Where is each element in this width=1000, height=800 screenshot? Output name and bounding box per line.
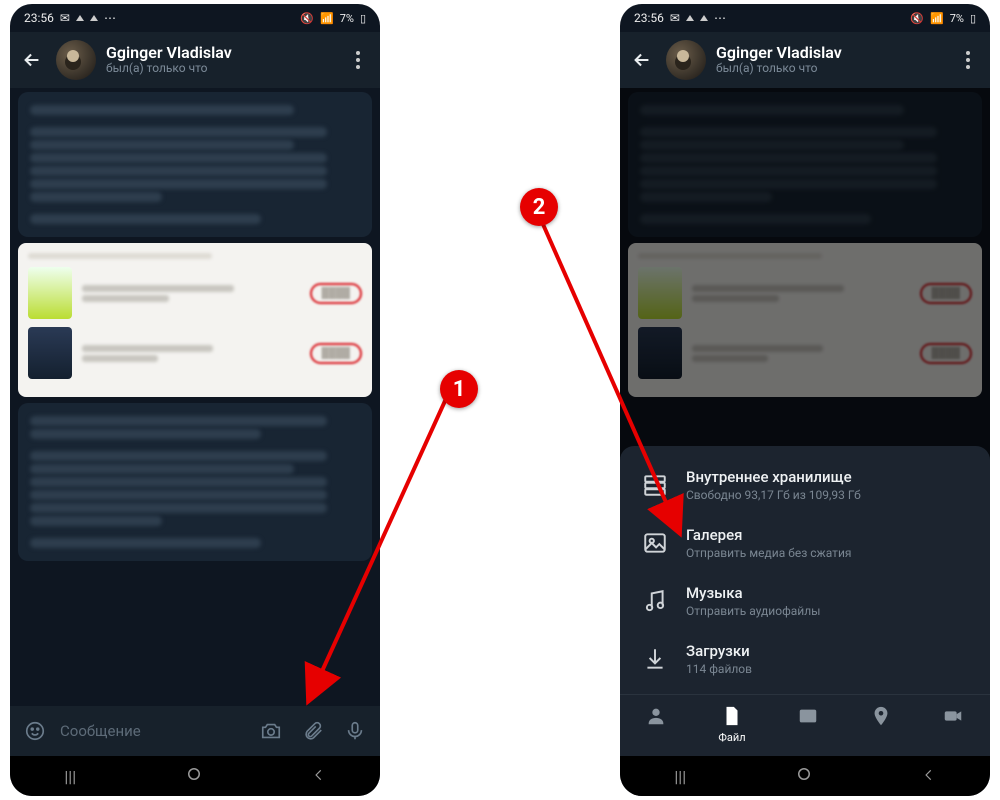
mute-icon: 🔇	[300, 12, 314, 25]
storage-icon	[638, 468, 672, 502]
sheet-item-storage[interactable]: Внутреннее хранилище Свободно 93,17 Гб и…	[620, 456, 990, 514]
status-bar: 23:56 ✉ ⋯ 🔇 📶 7% ▯	[10, 4, 380, 32]
telegram-icon	[76, 15, 84, 21]
chat-body[interactable]: ████ ████	[10, 88, 380, 706]
nav-home[interactable]	[185, 765, 203, 787]
telegram-icon-2	[90, 15, 98, 21]
sheet-item-title: Галерея	[686, 526, 851, 544]
music-icon	[638, 584, 672, 618]
menu-button[interactable]	[344, 51, 372, 69]
chat-title-block[interactable]: Gginger Vladislav был(а) только что	[716, 44, 944, 76]
message-input[interactable]: Сообщение	[60, 722, 246, 740]
message-bubble	[18, 92, 372, 237]
nav-back[interactable]	[922, 767, 936, 786]
nav-home[interactable]	[795, 765, 813, 787]
sheet-item-subtitle: Отправить медиа без сжатия	[686, 546, 851, 560]
sheet-item-music[interactable]: Музыка Отправить аудиофайлы	[620, 572, 990, 630]
status-time: 23:56	[24, 11, 54, 25]
sheet-item-title: Загрузки	[686, 642, 752, 660]
battery-icon: ▯	[970, 12, 976, 25]
sheet-item-subtitle: 114 файлов	[686, 662, 752, 676]
price-badge: ████	[310, 283, 362, 304]
mic-button[interactable]	[338, 714, 372, 748]
product-thumb	[28, 267, 72, 319]
menu-button[interactable]	[954, 51, 982, 69]
android-nav: |||	[10, 756, 380, 796]
tab-file-label: Файл	[718, 731, 745, 744]
tab-gallery[interactable]	[797, 705, 819, 744]
chat-title-block[interactable]: Gginger Vladislav был(а) только что	[106, 44, 334, 76]
price-badge: ████	[310, 343, 362, 364]
sheet-item-subtitle: Отправить аудиофайлы	[686, 604, 820, 618]
attach-sheet: Внутреннее хранилище Свободно 93,17 Гб и…	[620, 446, 990, 756]
back-button[interactable]	[628, 46, 656, 74]
annotation-badge-2: 2	[520, 188, 558, 226]
phone-left: 23:56 ✉ ⋯ 🔇 📶 7% ▯ Gginger Vladislav был…	[10, 4, 380, 796]
sheet-item-subtitle: Свободно 93,17 Гб из 109,93 Гб	[686, 488, 861, 502]
gallery-icon	[638, 526, 672, 560]
chat-status: был(а) только что	[716, 62, 944, 76]
mail-icon: ✉	[60, 11, 70, 25]
sheet-item-title: Музыка	[686, 584, 820, 602]
tab-location[interactable]	[870, 705, 892, 744]
chat-header: Gginger Vladislav был(а) только что	[620, 32, 990, 88]
product-thumb	[28, 327, 72, 379]
chat-name: Gginger Vladislav	[106, 44, 334, 62]
telegram-icon-2	[700, 15, 708, 21]
tab-contact[interactable]	[645, 705, 667, 744]
battery-text: 7%	[340, 12, 354, 25]
battery-icon: ▯	[360, 12, 366, 25]
message-bubble	[18, 403, 372, 561]
attach-button[interactable]	[296, 714, 330, 748]
sheet-tabs: Файл	[620, 694, 990, 756]
more-icon: ⋯	[714, 11, 726, 25]
avatar[interactable]	[56, 40, 96, 80]
signal-icon: 📶	[930, 12, 944, 25]
chat-status: был(а) только что	[106, 62, 334, 76]
sheet-item-gallery[interactable]: Галерея Отправить медиа без сжатия	[620, 514, 990, 572]
mute-icon: 🔇	[910, 12, 924, 25]
more-icon: ⋯	[104, 11, 116, 25]
signal-icon: 📶	[320, 12, 334, 25]
camera-button[interactable]	[254, 714, 288, 748]
phone-right: 23:56 ✉ ⋯ 🔇 📶 7% ▯ Gginger Vladislav был…	[620, 4, 990, 796]
chat-name: Gginger Vladislav	[716, 44, 944, 62]
mail-icon: ✉	[670, 11, 680, 25]
chat-header: Gginger Vladislav был(а) только что	[10, 32, 380, 88]
tab-file[interactable]: Файл	[718, 705, 745, 744]
nav-recents[interactable]: |||	[674, 767, 686, 786]
message-input-bar: Сообщение	[10, 706, 380, 756]
downloads-icon	[638, 642, 672, 676]
status-time: 23:56	[634, 11, 664, 25]
back-button[interactable]	[18, 46, 46, 74]
tab-video[interactable]	[942, 705, 964, 744]
annotation-badge-1: 1	[440, 370, 478, 408]
sheet-item-title: Внутреннее хранилище	[686, 468, 861, 486]
battery-text: 7%	[950, 12, 964, 25]
android-nav: |||	[620, 756, 990, 796]
telegram-icon	[686, 15, 694, 21]
nav-recents[interactable]: |||	[64, 767, 76, 786]
embedded-card: ████ ████	[18, 243, 372, 397]
emoji-button[interactable]	[18, 714, 52, 748]
sheet-item-downloads[interactable]: Загрузки 114 файлов	[620, 630, 990, 688]
avatar[interactable]	[666, 40, 706, 80]
status-bar: 23:56 ✉ ⋯ 🔇 📶 7% ▯	[620, 4, 990, 32]
nav-back[interactable]	[312, 767, 326, 786]
